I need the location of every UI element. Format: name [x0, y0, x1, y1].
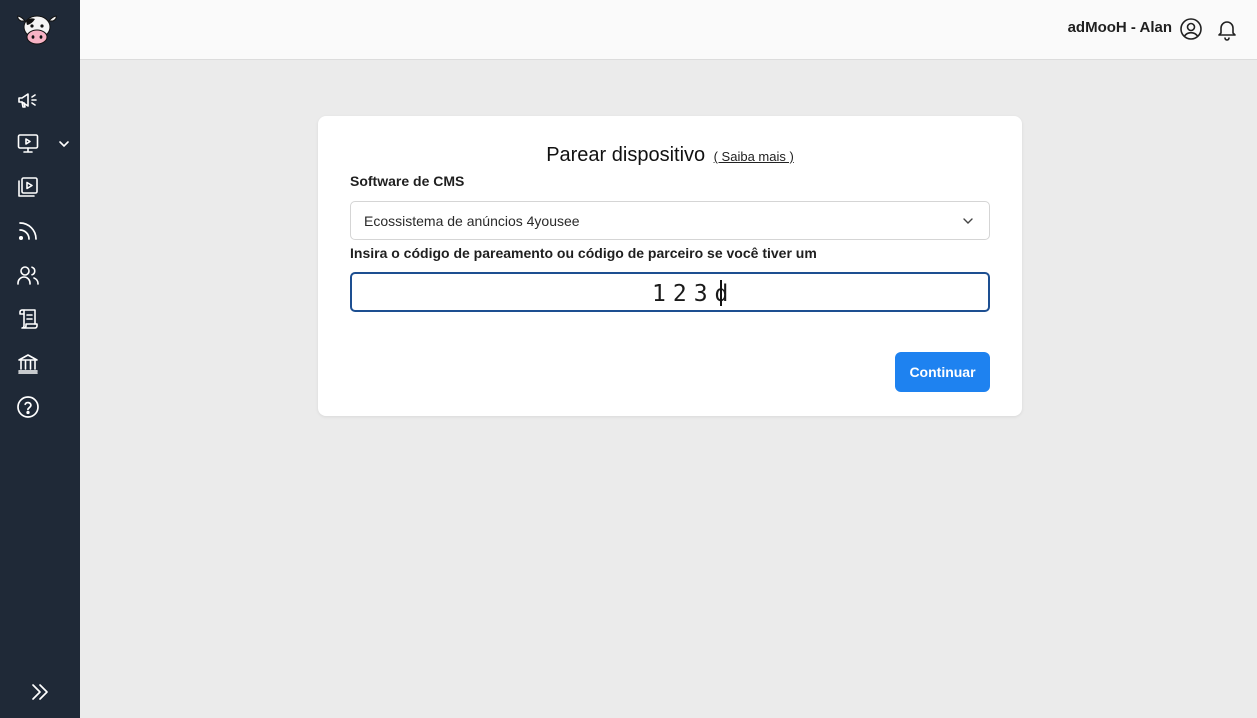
- cms-select[interactable]: Ecossistema de anúncios 4yousee: [350, 201, 990, 240]
- media-library-icon: [18, 177, 38, 197]
- users-icon: [17, 266, 39, 285]
- pairing-code-label: Insira o código de pareamento ou código …: [350, 245, 817, 261]
- sidebar-item-feeds[interactable]: [0, 211, 80, 251]
- cms-label: Software de CMS: [350, 173, 465, 189]
- megaphone-icon: [18, 93, 37, 108]
- bank-icon: [18, 354, 38, 374]
- sidebar-item-finance[interactable]: [0, 343, 80, 383]
- sidebar-item-media[interactable]: [0, 167, 80, 207]
- monitor-play-icon: [17, 134, 39, 153]
- sidebar-item-screens[interactable]: [0, 123, 80, 163]
- sidebar: [0, 0, 80, 718]
- sidebar-item-campaigns[interactable]: [0, 80, 80, 120]
- chevron-down-icon: [59, 141, 69, 148]
- pair-device-card: Parear dispositivo ( Saiba mais ) Softwa…: [318, 116, 1022, 416]
- top-bar: adMooH - Alan: [80, 0, 1257, 60]
- text-caret: [720, 280, 722, 306]
- chevron-down-icon: [963, 218, 973, 224]
- rss-feed-icon: [18, 222, 37, 241]
- sidebar-item-reports[interactable]: [0, 299, 80, 339]
- help-circle-icon: [17, 396, 39, 418]
- sidebar-item-help[interactable]: [0, 387, 80, 427]
- scroll-icon: [19, 309, 38, 329]
- double-chevron-right-icon[interactable]: [28, 680, 52, 704]
- user-circle-icon[interactable]: [1179, 17, 1203, 41]
- page-title: Parear dispositivo: [546, 144, 706, 166]
- cms-selected-value: Ecossistema de anúncios 4yousee: [364, 213, 580, 229]
- learn-more-link[interactable]: ( Saiba mais ): [714, 149, 794, 164]
- sidebar-item-users[interactable]: [0, 255, 80, 295]
- cow-logo[interactable]: [0, 0, 80, 60]
- bell-icon[interactable]: [1215, 17, 1239, 41]
- continue-button[interactable]: Continuar: [895, 352, 990, 392]
- pairing-code-value: 123d: [652, 281, 736, 307]
- card-title: Parear dispositivo ( Saiba mais ): [318, 144, 1022, 167]
- pairing-code-input[interactable]: 123d: [350, 272, 990, 312]
- user-name[interactable]: adMooH - Alan: [1068, 19, 1172, 36]
